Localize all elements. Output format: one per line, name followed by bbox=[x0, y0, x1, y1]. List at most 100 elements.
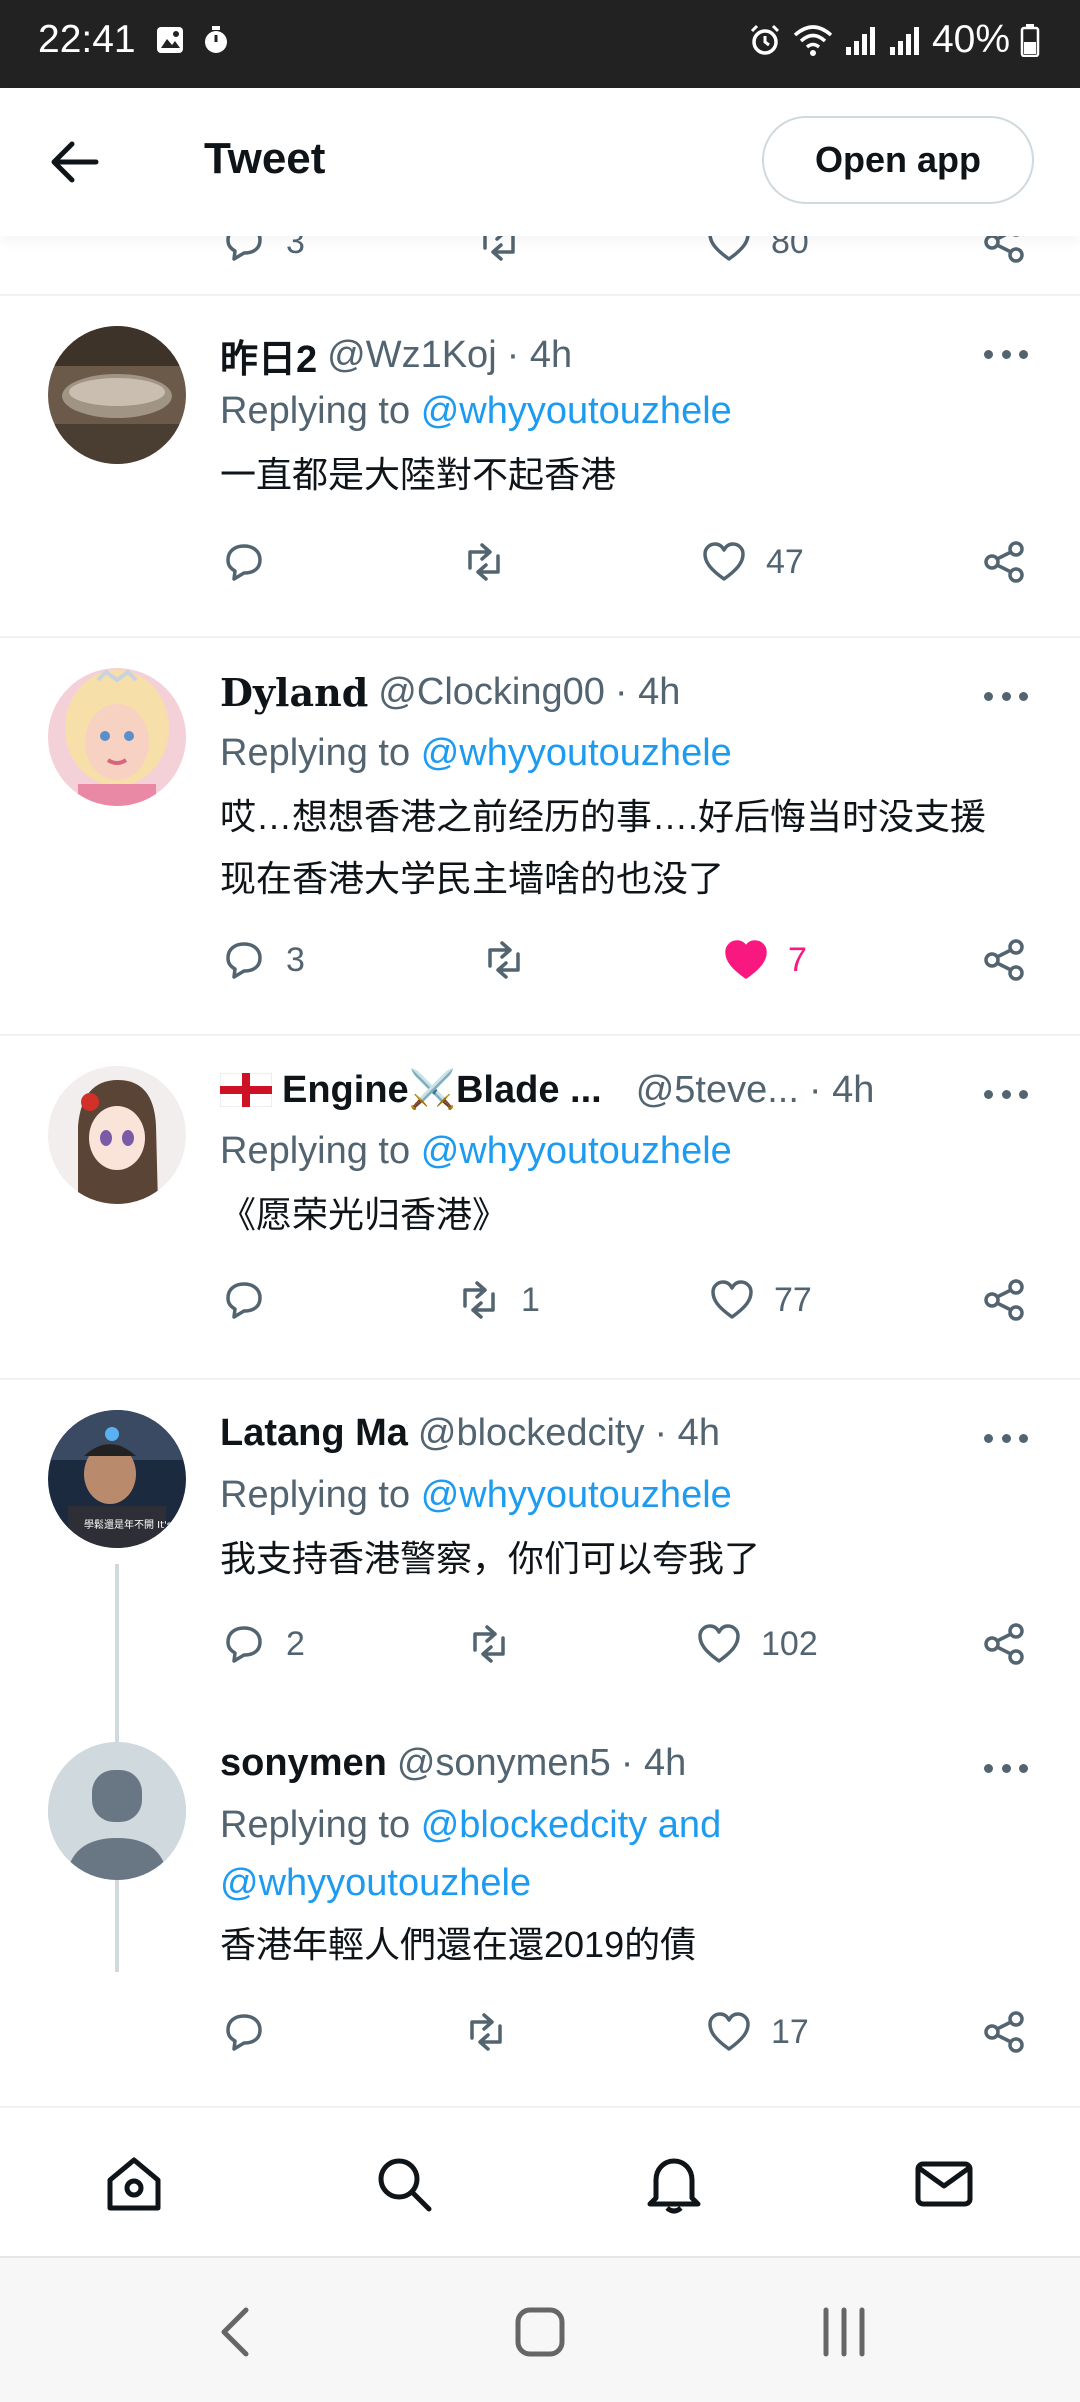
author-handle[interactable]: @blockedcity bbox=[418, 1412, 645, 1455]
retweet-icon bbox=[463, 1281, 495, 1319]
signal-2-icon bbox=[889, 27, 919, 55]
bell-icon[interactable] bbox=[642, 2152, 706, 2216]
page-title: Tweet bbox=[204, 134, 326, 183]
tweet-text: 香港年輕人們還在還2019的債 bbox=[220, 1924, 697, 1965]
tweet-text: 《愿荣光归香港》 bbox=[220, 1194, 509, 1235]
author-name[interactable]: Dyland bbox=[220, 670, 368, 715]
reply-tweet[interactable]: 昨日2 @Wz1Koj · 4h Replying to @whyyoutouz… bbox=[0, 296, 1080, 636]
like-button[interactable]: 7 bbox=[722, 936, 807, 984]
open-app-button[interactable]: Open app bbox=[762, 116, 1034, 204]
author-name[interactable]: 昨日2 bbox=[220, 328, 317, 383]
previous-tweet-actions: 3 80 bbox=[0, 236, 1080, 276]
replying-label: Replying to bbox=[220, 1804, 411, 1846]
tweet-actions: 47 bbox=[0, 538, 1080, 598]
reply-count: 3 bbox=[286, 940, 305, 979]
like-count: 80 bbox=[771, 236, 809, 261]
avatar-image bbox=[48, 1066, 186, 1204]
more-options-icon[interactable] bbox=[984, 1086, 1028, 1102]
share-icon bbox=[984, 1623, 1024, 1665]
timer-icon bbox=[205, 26, 227, 53]
avatar[interactable] bbox=[48, 1742, 186, 1880]
retweet-icon bbox=[488, 941, 520, 979]
retweet-button[interactable] bbox=[480, 936, 546, 984]
like-button[interactable]: 80 bbox=[705, 236, 809, 266]
tweet-time: · 4h bbox=[506, 334, 573, 376]
reply-tweet[interactable]: sonymen @sonymen5 · 4h Replying to @bloc… bbox=[0, 1714, 1080, 2104]
more-options-icon[interactable] bbox=[984, 346, 1028, 362]
system-recents-icon[interactable] bbox=[812, 2300, 876, 2364]
share-button[interactable] bbox=[980, 236, 1028, 266]
reply-tweet[interactable]: 學鬆還是年不開 It's my duty了 Latang Ma @blocked… bbox=[0, 1380, 1080, 1710]
reply-button[interactable]: 2 bbox=[220, 1620, 305, 1668]
system-home-icon[interactable] bbox=[508, 2300, 572, 2364]
avatar[interactable] bbox=[48, 326, 186, 464]
like-count: 77 bbox=[774, 1280, 812, 1319]
avatar[interactable] bbox=[48, 668, 186, 806]
alarm-icon bbox=[750, 24, 779, 55]
tweet-actions: 1 77 bbox=[0, 1276, 1080, 1336]
author-name[interactable]: Engine⚔️Blade ... bbox=[282, 1068, 602, 1112]
share-button[interactable] bbox=[980, 1276, 1028, 1324]
mail-icon[interactable] bbox=[912, 2152, 976, 2216]
author-handle[interactable]: @Wz1Koj bbox=[327, 334, 497, 377]
status-bar: 22:41 40% bbox=[0, 0, 1080, 88]
author-name[interactable]: Latang Ma bbox=[220, 1412, 408, 1455]
avatar-image bbox=[48, 668, 186, 806]
like-button[interactable]: 17 bbox=[705, 2008, 809, 2056]
author-handle[interactable]: @sonymen5 bbox=[397, 1742, 611, 1785]
like-button[interactable]: 47 bbox=[700, 538, 804, 586]
england-flag-icon bbox=[220, 1073, 272, 1107]
reply-tweet[interactable]: Dyland @Clocking00 · 4h Replying to @why… bbox=[0, 638, 1080, 1034]
share-icon bbox=[984, 236, 1024, 263]
reply-button[interactable] bbox=[220, 538, 286, 586]
replying-to-link[interactable]: @whyyoutouzhele bbox=[421, 732, 732, 774]
like-count: 17 bbox=[771, 2012, 809, 2051]
retweet-button[interactable] bbox=[465, 1620, 531, 1668]
replying-to-link[interactable]: @whyyoutouzhele bbox=[421, 390, 732, 432]
tweet-text: 哎…想想香港之前经历的事….好后悔当时没支援 现在香港大学民主墙啥的也没了 bbox=[220, 796, 987, 899]
more-options-icon[interactable] bbox=[984, 1760, 1028, 1776]
avatar-caption: 學鬆還是年不開 It's my duty了 bbox=[84, 1518, 186, 1531]
retweet-button[interactable] bbox=[462, 2008, 528, 2056]
author-handle[interactable]: @Clocking00 bbox=[378, 671, 605, 714]
share-button[interactable] bbox=[980, 2008, 1028, 2056]
replying-to-link[interactable]: @blockedcity and bbox=[421, 1804, 722, 1846]
retweet-button[interactable] bbox=[475, 236, 523, 266]
replying-to-link-2[interactable]: @whyyoutouzhele bbox=[220, 1862, 531, 1904]
share-button[interactable] bbox=[980, 936, 1028, 984]
avatar[interactable] bbox=[48, 1066, 186, 1204]
system-navigation-bar bbox=[0, 2256, 1080, 2402]
like-button[interactable]: 102 bbox=[695, 1620, 818, 1668]
reply-tweet[interactable]: Engine⚔️Blade ... @5teve... · 4h Replyin… bbox=[0, 1036, 1080, 1378]
avatar[interactable]: 學鬆還是年不開 It's my duty了 bbox=[48, 1410, 186, 1548]
reply-icon bbox=[226, 2014, 262, 2051]
reply-icon bbox=[226, 544, 262, 581]
like-button[interactable]: 77 bbox=[708, 1276, 812, 1324]
system-back-icon[interactable] bbox=[206, 2300, 270, 2364]
replying-to-link[interactable]: @whyyoutouzhele bbox=[421, 1130, 732, 1172]
author-name[interactable]: sonymen bbox=[220, 1742, 387, 1785]
more-options-icon[interactable] bbox=[984, 688, 1028, 704]
retweet-button[interactable] bbox=[460, 538, 526, 586]
share-button[interactable] bbox=[980, 538, 1028, 586]
share-icon bbox=[984, 2011, 1024, 2053]
home-icon[interactable] bbox=[102, 2152, 166, 2216]
replies-feed[interactable]: 3 80 昨日2 @Wz1Koj · 4h Replying to @whyyo… bbox=[0, 236, 1080, 2106]
back-arrow-icon[interactable] bbox=[44, 130, 108, 194]
wifi-icon bbox=[793, 25, 833, 56]
reply-icon bbox=[226, 1626, 262, 1663]
reply-button[interactable]: 3 bbox=[220, 936, 305, 984]
reply-button[interactable]: 3 bbox=[220, 236, 305, 266]
reply-button[interactable] bbox=[220, 1276, 286, 1324]
retweet-button[interactable]: 1 bbox=[455, 1276, 540, 1324]
replying-label: Replying to bbox=[220, 1474, 411, 1516]
status-time: 22:41 bbox=[38, 18, 136, 61]
search-icon[interactable] bbox=[372, 2152, 436, 2216]
author-handle[interactable]: @5teve... bbox=[636, 1069, 799, 1112]
share-button[interactable] bbox=[980, 1620, 1028, 1668]
reply-button[interactable] bbox=[220, 2008, 286, 2056]
replying-to-link[interactable]: @whyyoutouzhele bbox=[421, 1474, 732, 1516]
more-options-icon[interactable] bbox=[984, 1430, 1028, 1446]
like-count: 102 bbox=[761, 1624, 818, 1663]
heart-icon bbox=[711, 1280, 753, 1319]
